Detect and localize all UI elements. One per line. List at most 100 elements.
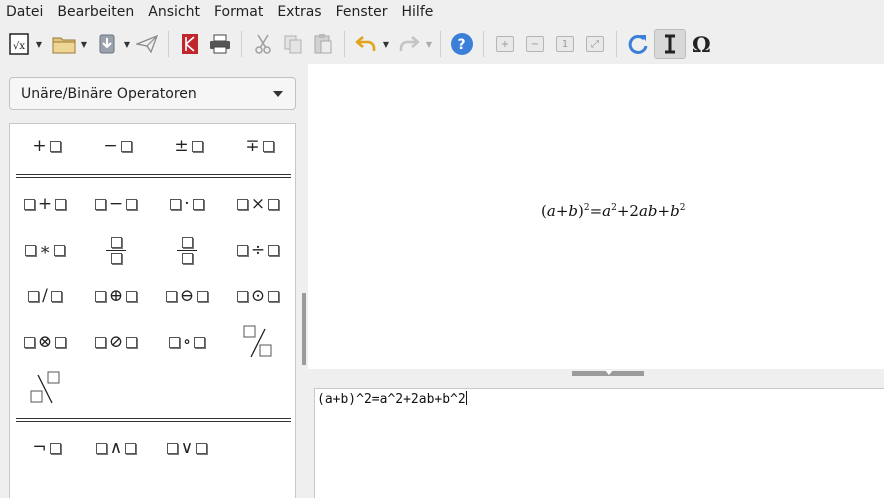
element-binary-cdot[interactable]: · <box>157 184 217 224</box>
open-dropdown-arrow[interactable]: ▼ <box>79 29 89 59</box>
element-logical-not[interactable]: ¬ <box>15 428 75 468</box>
help-icon: ? <box>451 33 473 55</box>
category-dropdown[interactable]: Unäre/Binäre Operatoren <box>9 77 296 110</box>
new-dropdown-arrow[interactable]: ▼ <box>34 29 44 59</box>
element-unary-minusplus[interactable]: ∓ <box>228 126 288 166</box>
element-binary-minus[interactable]: − <box>86 184 146 224</box>
element-binary-ast[interactable]: ∗ <box>15 230 75 270</box>
show-all-button[interactable]: ⤢ <box>581 29 609 59</box>
elements-grid: + − ± ∓ + − · × ∗ ÷ / ⊕ ⊖ ⊙ ⊗ ⊘ ∘ ¬ ∧ ∨ <box>9 123 296 498</box>
copy-icon <box>284 35 302 54</box>
menu-hilfe[interactable]: Hilfe <box>402 4 434 20</box>
print-button[interactable] <box>206 29 234 59</box>
element-binary-times[interactable]: × <box>228 184 288 224</box>
paste-button[interactable] <box>309 29 337 59</box>
element-circled-times[interactable]: ⊗ <box>15 322 75 362</box>
standard-toolbar: √x ▼ ▼ ▼ ▼ ▼ ? + − 1 ⤢ Ω <box>0 24 884 64</box>
binary-row-2: ∗ ÷ <box>10 230 295 276</box>
print-icon <box>210 34 230 54</box>
svg-text:Ω: Ω <box>692 33 711 55</box>
new-formula-button[interactable]: √x <box>5 29 33 59</box>
update-button[interactable] <box>624 29 652 59</box>
element-wide-backslash[interactable] <box>15 368 75 408</box>
zoom-100-icon: 1 <box>556 36 574 52</box>
help-button[interactable]: ? <box>448 29 476 59</box>
element-binary-plus[interactable]: + <box>15 184 75 224</box>
menu-bearbeiten[interactable]: Bearbeiten <box>57 4 134 20</box>
zoom-out-button[interactable]: − <box>521 29 549 59</box>
element-fraction[interactable] <box>86 230 146 270</box>
zoom-out-icon: − <box>526 36 544 52</box>
placeholder-box <box>262 140 274 152</box>
menu-extras[interactable]: Extras <box>277 4 321 20</box>
menu-datei[interactable]: Datei <box>6 4 43 20</box>
cut-button[interactable] <box>249 29 277 59</box>
wide-slash-glyph <box>243 325 272 358</box>
element-logical-and[interactable]: ∧ <box>86 428 146 468</box>
zoom-in-button[interactable]: + <box>491 29 519 59</box>
toolbar-separator <box>440 31 441 57</box>
copy-button[interactable] <box>279 29 307 59</box>
element-circled-plus[interactable]: ⊕ <box>86 276 146 316</box>
undo-icon <box>355 36 376 51</box>
command-editor[interactable]: (a+b)^2=a^2+2ab+b^2 <box>314 388 884 498</box>
menu-format[interactable]: Format <box>214 4 263 20</box>
send-button[interactable] <box>133 29 161 59</box>
binary-row-5 <box>10 368 295 414</box>
element-ring-operator[interactable]: ∘ <box>157 322 217 362</box>
element-binary-slash[interactable]: / <box>15 276 75 316</box>
binary-row-1: + − · × <box>10 184 295 230</box>
redo-dropdown-arrow[interactable]: ▼ <box>424 29 434 59</box>
menu-ansicht[interactable]: Ansicht <box>148 4 200 20</box>
toolbar-separator <box>616 31 617 57</box>
formula-doc-icon: √x <box>9 33 29 55</box>
formula-preview[interactable]: (a+b)2=a2+2ab+b2 <box>308 64 884 369</box>
element-circled-minus[interactable]: ⊖ <box>157 276 217 316</box>
element-logical-or[interactable]: ∨ <box>157 428 217 468</box>
redo-icon <box>399 36 420 51</box>
export-pdf-button[interactable] <box>176 29 204 59</box>
undo-dropdown-arrow[interactable]: ▼ <box>381 29 391 59</box>
svg-text:√x: √x <box>13 41 25 52</box>
rendered-formula: (a+b)2=a2+2ab+b2 <box>541 202 686 220</box>
placeholder-box <box>191 140 203 152</box>
binary-row-4: ⊗ ⊘ ∘ <box>10 322 295 368</box>
zoom-100-button[interactable]: 1 <box>551 29 579 59</box>
placeholder-box <box>49 140 61 152</box>
text-caret <box>465 391 467 405</box>
element-wide-slash[interactable] <box>228 322 288 362</box>
open-folder-icon <box>52 37 76 54</box>
elements-panel: Unäre/Binäre Operatoren + − ± ∓ + − · × … <box>0 64 305 498</box>
category-dropdown-value: Unäre/Binäre Operatoren <box>21 85 197 102</box>
group-separator <box>16 174 291 178</box>
update-icon <box>628 34 648 54</box>
panel-splitter-handle[interactable] <box>302 293 306 365</box>
element-wide-fraction[interactable] <box>157 230 217 270</box>
element-circled-dot[interactable]: ⊙ <box>228 276 288 316</box>
save-dropdown-arrow[interactable]: ▼ <box>122 29 132 59</box>
element-unary-plusminus[interactable]: ± <box>157 126 217 166</box>
element-unary-plus[interactable]: + <box>15 126 75 166</box>
symbols-icon: Ω <box>692 33 711 55</box>
send-icon <box>136 35 158 53</box>
symbols-button[interactable]: Ω <box>688 29 716 59</box>
element-circled-slash[interactable]: ⊘ <box>86 322 146 362</box>
element-unary-minus[interactable]: − <box>86 126 146 166</box>
collapse-arrow-icon[interactable] <box>605 370 613 375</box>
element-binary-div[interactable]: ÷ <box>228 230 288 270</box>
menu-fenster[interactable]: Fenster <box>336 4 388 20</box>
logic-row: ¬ ∧ ∨ <box>10 428 295 474</box>
open-button[interactable] <box>50 29 78 59</box>
editor-splitter[interactable] <box>308 369 884 385</box>
pdf-export-icon <box>182 34 198 54</box>
unary-row: + − ± ∓ <box>10 126 295 172</box>
undo-button[interactable] <box>352 29 380 59</box>
wide-backslash-glyph <box>30 371 60 404</box>
cut-icon <box>255 34 271 54</box>
formula-cursor-button[interactable] <box>654 29 686 59</box>
show-all-icon: ⤢ <box>586 36 604 52</box>
chevron-down-icon <box>273 91 283 97</box>
redo-button[interactable] <box>395 29 423 59</box>
save-button[interactable] <box>93 29 121 59</box>
toolbar-separator <box>483 31 484 57</box>
